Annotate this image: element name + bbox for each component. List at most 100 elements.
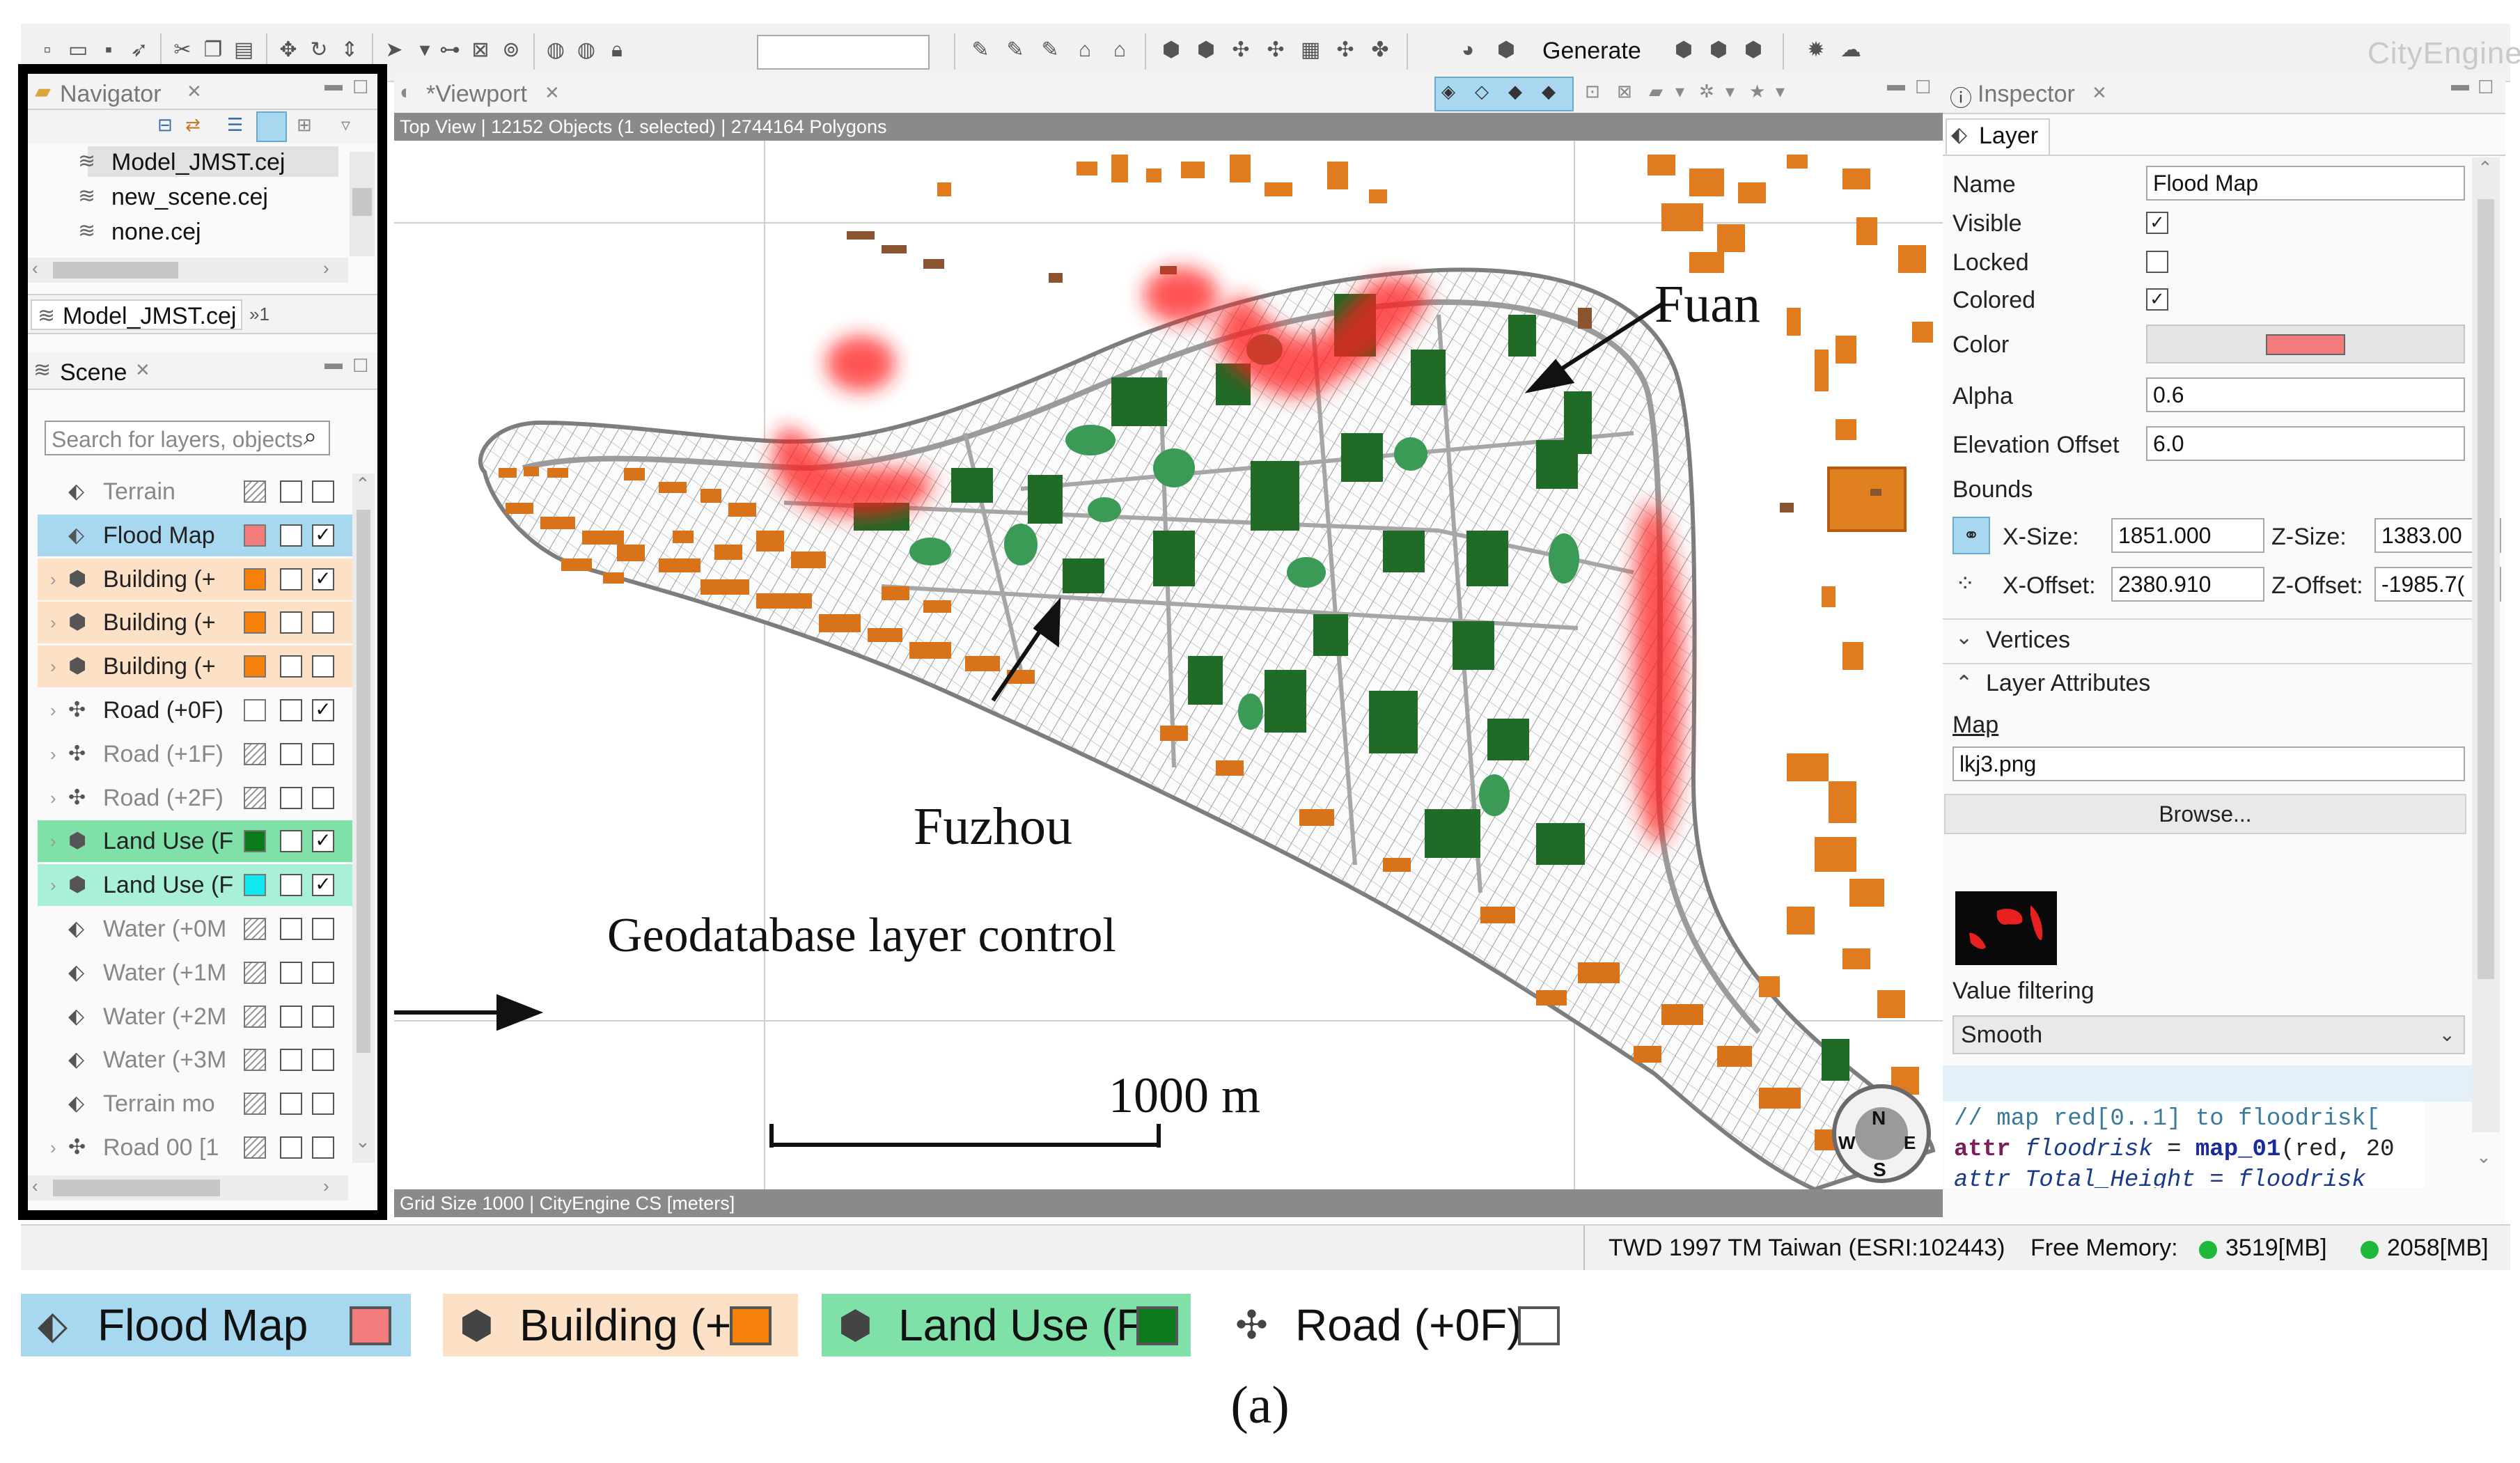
layer-row[interactable]: › ✣ Road (+1F) bbox=[38, 733, 357, 775]
colored-checkbox[interactable]: ✓ bbox=[2146, 288, 2168, 311]
layer-lock-checkbox[interactable] bbox=[280, 874, 302, 897]
vertices-section[interactable]: Vertices bbox=[1986, 627, 2070, 654]
chevron-down-icon[interactable]: ▿ bbox=[341, 114, 350, 136]
chevron-right-icon[interactable]: › bbox=[50, 820, 56, 862]
layer-visibility-checkbox[interactable]: ✓ bbox=[312, 874, 334, 897]
chevron-right-icon[interactable]: › bbox=[50, 864, 56, 906]
new-icon[interactable]: ▫ bbox=[35, 38, 60, 63]
map-file-field[interactable]: lkj3.png bbox=[1952, 746, 2465, 781]
minimize-icon[interactable]: ▬ bbox=[1887, 74, 1905, 95]
move-icon[interactable]: ✥ bbox=[276, 38, 301, 63]
filter-icon[interactable] bbox=[256, 111, 287, 142]
chevron-right-icon[interactable]: › bbox=[50, 777, 56, 819]
layer-lock-checkbox[interactable] bbox=[280, 830, 302, 853]
maximize-icon[interactable]: ☐ bbox=[2478, 77, 2494, 98]
minimize-icon[interactable]: ▬ bbox=[2451, 74, 2469, 95]
cleanup-shapes-icon[interactable]: ◕ bbox=[1455, 38, 1480, 63]
dropdown-icon[interactable]: ▾ bbox=[1675, 81, 1684, 102]
grow-street-icon[interactable]: ✎ bbox=[1003, 38, 1028, 63]
layer-color-swatch[interactable] bbox=[244, 1049, 266, 1072]
chevron-left-icon[interactable]: ‹ bbox=[32, 258, 38, 279]
layer-color-swatch[interactable] bbox=[244, 568, 266, 590]
color-picker-button[interactable] bbox=[2146, 324, 2465, 363]
xsize-field[interactable]: 1851.000 bbox=[2111, 518, 2264, 553]
elevation-offset-field[interactable]: 6.0 bbox=[2146, 426, 2465, 461]
layer-visibility-checkbox[interactable]: ✓ bbox=[312, 524, 334, 547]
layer-b-icon[interactable]: ◍ bbox=[574, 38, 599, 63]
layer-visibility-checkbox[interactable] bbox=[312, 1049, 334, 1072]
layer-row[interactable]: › ⬢ Building (+ ✓ bbox=[38, 558, 357, 600]
dropdown-icon[interactable]: ▾ bbox=[1776, 81, 1785, 102]
shape-e-icon[interactable]: ▦ bbox=[1298, 38, 1323, 63]
save-icon[interactable]: ▪ bbox=[96, 38, 121, 63]
close-icon[interactable]: ✕ bbox=[187, 81, 202, 102]
list-icon[interactable]: ☰ bbox=[227, 114, 243, 136]
alpha-field[interactable]: 0.6 bbox=[2146, 377, 2465, 412]
layer-color-swatch[interactable] bbox=[244, 1136, 266, 1159]
cut-icon[interactable]: ✂ bbox=[170, 38, 195, 63]
layer-visibility-checkbox[interactable] bbox=[312, 1136, 334, 1159]
shape-c-icon[interactable]: ✣ bbox=[1228, 38, 1253, 63]
bookmark-icon[interactable]: ▰ bbox=[1649, 81, 1663, 102]
shape-f-icon[interactable]: ✣ bbox=[1333, 38, 1358, 63]
layer-lock-checkbox[interactable] bbox=[280, 961, 302, 984]
layer-lock-checkbox[interactable] bbox=[280, 786, 302, 809]
layer-lock-checkbox[interactable] bbox=[280, 1049, 302, 1072]
value-filtering-select[interactable]: Smooth ⌄ bbox=[1952, 1015, 2465, 1054]
close-icon[interactable]: ✕ bbox=[545, 82, 560, 104]
layer-row[interactable]: › ⬢ Land Use (F ✓ bbox=[38, 864, 357, 907]
inspector-vscrollbar[interactable]: ⌃ bbox=[2472, 157, 2500, 1132]
chevron-right-icon[interactable]: › bbox=[50, 1127, 56, 1168]
tab-model-jmst[interactable]: Model_JMST.cej bbox=[31, 299, 242, 330]
layer-row[interactable]: ⬖ Water (+1M bbox=[38, 952, 357, 994]
layer-row[interactable]: ⬖ Terrain mo bbox=[38, 1083, 357, 1125]
layer-visibility-checkbox[interactable]: ✓ bbox=[312, 830, 334, 853]
layer-lock-checkbox[interactable] bbox=[280, 742, 302, 765]
layer-color-swatch[interactable] bbox=[244, 830, 266, 853]
layer-a-icon[interactable]: ◍ bbox=[543, 38, 568, 63]
layer-lock-checkbox[interactable] bbox=[280, 524, 302, 547]
align-icon[interactable]: ⌂ bbox=[1072, 38, 1097, 63]
cloud-icon[interactable]: ☁ bbox=[1838, 38, 1863, 63]
settings-icon[interactable]: ✲ bbox=[1699, 81, 1714, 102]
cleanup-icon[interactable]: ✎ bbox=[1038, 38, 1063, 63]
layer-lock-checkbox[interactable] bbox=[280, 480, 302, 503]
layer-color-swatch[interactable] bbox=[244, 874, 266, 897]
cga-code-editor[interactable]: // map red[0..1] to floodrisk[ attr floo… bbox=[1944, 1102, 2425, 1188]
terrain-tool-icon[interactable]: ⌂ bbox=[1107, 38, 1132, 63]
view-menu-icon[interactable]: ⊞ bbox=[297, 114, 312, 136]
layer-row[interactable]: ⬖ Water (+3M bbox=[38, 1039, 357, 1081]
file-item[interactable]: ≋ new_scene.cej bbox=[78, 184, 268, 211]
scene-search-input[interactable]: Search for layers, objects bbox=[45, 421, 330, 455]
copy-icon[interactable]: ❐ bbox=[201, 38, 226, 63]
layer-color-swatch[interactable] bbox=[244, 1005, 266, 1028]
layer-lock-checkbox[interactable] bbox=[280, 568, 302, 590]
texture-view-icon[interactable]: ◆ bbox=[1508, 81, 1522, 102]
name-field[interactable]: Flood Map bbox=[2146, 166, 2465, 201]
regenerate-icon[interactable]: ⬢ bbox=[1671, 38, 1696, 63]
layer-row[interactable]: › ⬢ Land Use (F ✓ bbox=[38, 820, 357, 863]
layer-color-swatch[interactable] bbox=[244, 699, 266, 721]
maximize-icon[interactable]: ☐ bbox=[1915, 77, 1931, 98]
update-seed-icon[interactable]: ⬢ bbox=[1706, 38, 1731, 63]
shaded-view-icon[interactable]: ◈ bbox=[1441, 81, 1455, 102]
browse-button[interactable]: Browse... bbox=[1944, 794, 2466, 834]
layer-color-swatch[interactable] bbox=[244, 524, 266, 547]
layer-lock-checkbox[interactable] bbox=[280, 655, 302, 678]
link-icon[interactable]: ⇄ bbox=[185, 114, 201, 136]
link-bounds-icon[interactable]: ⚭ bbox=[1952, 517, 1990, 554]
shape-g-icon[interactable]: ✤ bbox=[1368, 38, 1393, 63]
layer-visibility-checkbox[interactable] bbox=[312, 655, 334, 678]
layer-color-swatch[interactable] bbox=[244, 961, 266, 984]
layer-lock-checkbox[interactable] bbox=[280, 699, 302, 721]
layer-visibility-checkbox[interactable] bbox=[312, 786, 334, 809]
layer-color-swatch[interactable] bbox=[244, 786, 266, 809]
snap-icon[interactable]: ⊶ bbox=[437, 38, 462, 63]
tab-overflow[interactable]: »1 bbox=[249, 304, 269, 325]
shadow-view-icon[interactable]: ◆ bbox=[1542, 81, 1556, 102]
layer-row[interactable]: ⬖ Flood Map ✓ bbox=[38, 514, 357, 556]
chevron-right-icon[interactable]: › bbox=[323, 1175, 329, 1197]
chevron-right-icon[interactable]: › bbox=[50, 689, 56, 731]
edit-street-icon[interactable]: ✎ bbox=[968, 38, 993, 63]
map-link[interactable]: Map bbox=[1952, 712, 1998, 739]
